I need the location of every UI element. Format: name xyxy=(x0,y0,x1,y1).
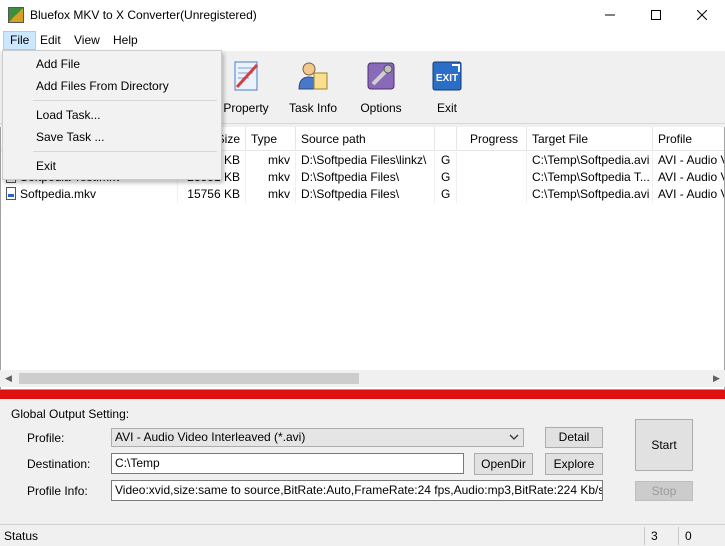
scroll-right-icon[interactable]: ▶ xyxy=(708,370,725,387)
global-output-label: Global Output Setting: xyxy=(11,407,130,421)
options-label: Options xyxy=(360,101,402,115)
cell-profile: AVI - Audio Vi xyxy=(653,152,724,169)
cell-profile: AVI - Audio Vi xyxy=(653,186,724,203)
menu-help[interactable]: Help xyxy=(107,31,144,50)
cell-profile: AVI - Audio Vi xyxy=(653,169,724,186)
cell-name: Softpedia.mkv xyxy=(1,186,178,203)
exit-icon: EXIT xyxy=(432,61,462,91)
menu-separator xyxy=(33,100,217,101)
opendir-button[interactable]: OpenDir xyxy=(474,453,533,475)
status-count-done: 0 xyxy=(678,527,725,545)
profile-info-label: Profile Info: xyxy=(27,484,88,498)
cell-source: D:\Softpedia Files\ xyxy=(296,186,435,203)
horizontal-scrollbar[interactable]: ◀ ▶ xyxy=(0,370,725,387)
maximize-button[interactable] xyxy=(633,0,679,30)
profile-info-field[interactable]: Video:xvid,size:same to source,BitRate:A… xyxy=(111,480,603,501)
menu-file[interactable]: File xyxy=(3,31,37,50)
col-header-type[interactable]: Type xyxy=(246,127,296,151)
start-button[interactable]: Start xyxy=(635,419,693,471)
col-header-profile[interactable]: Profile xyxy=(653,127,724,151)
destination-input[interactable]: C:\Temp xyxy=(111,453,464,474)
status-text: Status xyxy=(4,529,39,543)
svg-text:EXIT: EXIT xyxy=(436,73,458,84)
cell-flag: G xyxy=(435,169,457,186)
status-bar: Status 3 0 xyxy=(0,524,725,546)
window-title: Bluefox MKV to X Converter(Unregistered) xyxy=(30,8,257,22)
cell-progress xyxy=(457,169,527,186)
cell-type: mkv xyxy=(246,152,296,169)
cell-progress xyxy=(457,152,527,169)
global-output-settings: Global Output Setting: Profile: AVI - Au… xyxy=(0,399,725,520)
property-icon xyxy=(234,61,259,91)
stop-button[interactable]: Stop xyxy=(635,481,693,501)
cell-type: mkv xyxy=(246,169,296,186)
close-icon xyxy=(697,10,707,20)
exit-button[interactable]: EXIT Exit xyxy=(414,57,480,119)
app-icon xyxy=(8,7,24,23)
task-info-label: Task Info xyxy=(288,101,338,115)
cell-size: 15756 KB xyxy=(178,186,246,203)
menu-exit[interactable]: Exit xyxy=(36,159,56,173)
menu-bar: File Edit View Help xyxy=(0,30,725,51)
file-icon xyxy=(6,187,16,200)
options-icon xyxy=(367,62,395,90)
menu-add-files-from-directory[interactable]: Add Files From Directory xyxy=(36,79,169,93)
property-label: Property xyxy=(223,101,269,115)
maximize-icon xyxy=(651,10,661,20)
profile-select-value: AVI - Audio Video Interleaved (*.avi) xyxy=(115,430,306,444)
scroll-left-icon[interactable]: ◀ xyxy=(0,370,17,387)
file-menu-dropdown: Add File Add Files From Directory Load T… xyxy=(2,50,222,180)
task-info-button[interactable]: Task Info xyxy=(280,57,346,119)
menu-edit[interactable]: Edit xyxy=(34,31,67,50)
cell-source: D:\Softpedia Files\linkz\ xyxy=(296,152,435,169)
menu-add-file[interactable]: Add File xyxy=(36,57,80,71)
col-header-progress[interactable]: Progress xyxy=(457,127,527,151)
profile-label: Profile: xyxy=(27,431,65,445)
property-button[interactable]: Property xyxy=(213,57,279,119)
menu-separator xyxy=(33,151,217,152)
col-header-target[interactable]: Target File xyxy=(527,127,653,151)
cell-flag: G xyxy=(435,186,457,203)
cell-progress xyxy=(457,186,527,203)
menu-load-task[interactable]: Load Task... xyxy=(36,108,101,122)
close-button[interactable] xyxy=(679,0,725,30)
exit-label: Exit xyxy=(436,101,457,115)
col-header-flag[interactable] xyxy=(435,127,457,151)
destination-label: Destination: xyxy=(27,457,91,471)
chevron-down-icon xyxy=(509,434,519,440)
explore-button[interactable]: Explore xyxy=(545,453,603,475)
cell-source: D:\Softpedia Files\ xyxy=(296,169,435,186)
minimize-button[interactable] xyxy=(587,0,633,30)
cell-target: C:\Temp\Softpedia.avi xyxy=(527,186,653,203)
cell-type: mkv xyxy=(246,186,296,203)
detail-button[interactable]: Detail xyxy=(545,427,603,448)
options-button[interactable]: Options xyxy=(348,57,414,119)
minimize-icon xyxy=(605,14,615,16)
scroll-thumb[interactable] xyxy=(19,373,359,384)
cell-target: C:\Temp\Softpedia T... xyxy=(527,169,653,186)
table-row[interactable]: Softpedia.mkv 15756 KB mkv D:\Softpedia … xyxy=(1,186,724,203)
menu-save-task[interactable]: Save Task ... xyxy=(36,130,104,144)
cell-target: C:\Temp\Softpedia.avi xyxy=(527,152,653,169)
col-header-source[interactable]: Source path xyxy=(296,127,435,151)
overall-progress-bar xyxy=(0,390,725,399)
title-bar: Bluefox MKV to X Converter(Unregistered) xyxy=(0,0,725,30)
menu-view[interactable]: View xyxy=(68,31,106,50)
task-info-icon xyxy=(298,62,328,90)
cell-flag: G xyxy=(435,152,457,169)
status-count-total: 3 xyxy=(644,527,678,545)
profile-select[interactable]: AVI - Audio Video Interleaved (*.avi) xyxy=(111,428,524,447)
